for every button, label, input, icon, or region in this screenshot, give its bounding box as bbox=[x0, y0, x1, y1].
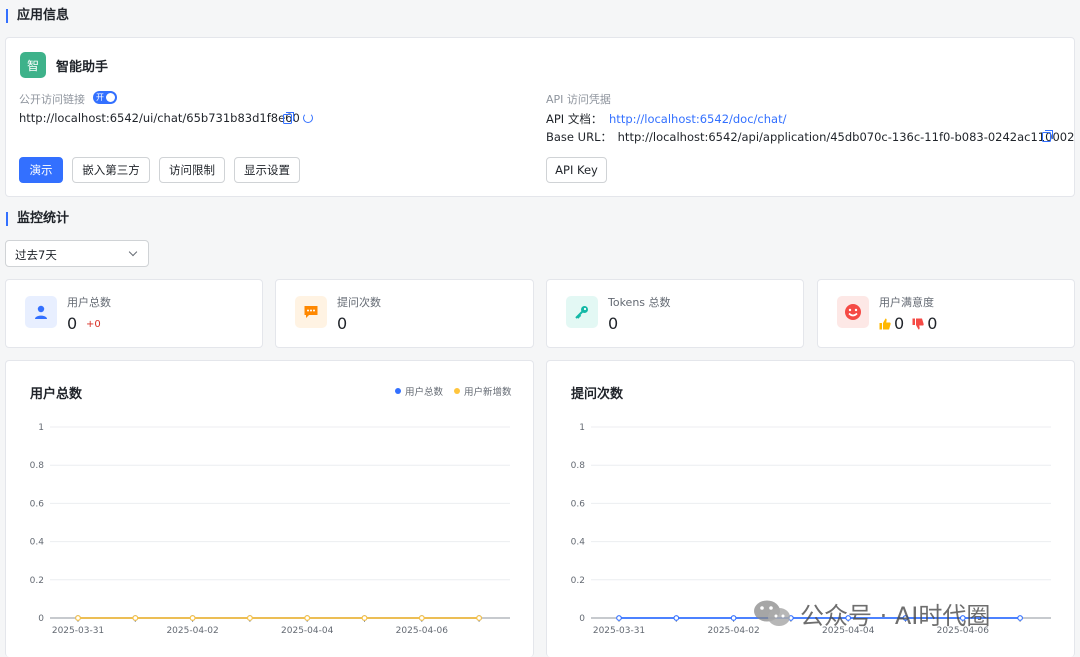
thumbs-up-icon bbox=[879, 318, 891, 329]
base-url-label: Base URL： bbox=[546, 130, 612, 144]
stat-delta: +0 bbox=[86, 319, 101, 330]
chevron-down-icon bbox=[128, 247, 138, 257]
base-url-value: http://localhost:6542/api/application/45… bbox=[617, 130, 1075, 144]
watermark-text: 公众号 · AI时代圈 bbox=[800, 601, 991, 630]
y-tick-label: 1 bbox=[579, 423, 585, 433]
data-point bbox=[189, 615, 196, 621]
thumbs-down-count: 0 bbox=[927, 314, 938, 333]
period-select-value: 过去7天 bbox=[15, 248, 57, 262]
y-tick-label: 0.6 bbox=[571, 499, 586, 509]
watermark: 公众号 · AI时代圈 bbox=[752, 597, 991, 630]
stat-value: 0 bbox=[337, 314, 348, 333]
access-limit-button[interactable]: 访问限制 bbox=[159, 157, 225, 183]
stat-card-satisfaction: 用户满意度 0 0 bbox=[817, 279, 1075, 348]
satisfaction-values: 0 0 bbox=[879, 314, 937, 333]
base-url-row: Base URL： http://localhost:6542/api/appl… bbox=[546, 129, 1074, 145]
stat-value: 0 bbox=[608, 314, 619, 333]
public-link-toggle[interactable]: 开 bbox=[93, 91, 117, 104]
x-tick-label: 2025-03-31 bbox=[52, 626, 104, 636]
data-point bbox=[132, 615, 139, 621]
api-doc-row: API 文档： http://localhost:6542/doc/chat/ bbox=[546, 111, 786, 127]
copy-icon[interactable] bbox=[283, 111, 294, 124]
users-chart: 0 0.2 0.4 0.6 0.8 1 2025-03-31 2025-04-02 2025-0… bbox=[30, 423, 510, 636]
chat-bubble-icon bbox=[295, 296, 327, 328]
app-info-card: 智 智能助手 公开访问链接 开 http://localhost:6542/ui… bbox=[5, 37, 1075, 197]
app-avatar: 智 bbox=[20, 52, 46, 78]
data-point bbox=[247, 615, 253, 621]
api-credentials-label: API 访问凭据 bbox=[546, 93, 611, 106]
data-point bbox=[1017, 615, 1023, 621]
data-point bbox=[730, 615, 737, 621]
data-point bbox=[476, 615, 482, 621]
y-tick-label: 0 bbox=[38, 614, 44, 624]
x-tick-label: 2025-03-31 bbox=[593, 626, 645, 636]
stat-label: Tokens 总数 bbox=[608, 296, 671, 309]
refresh-icon[interactable] bbox=[303, 113, 313, 123]
stat-card-users: 用户总数 0 +0 bbox=[5, 279, 263, 348]
wechat-icon bbox=[754, 600, 790, 626]
y-tick-label: 1 bbox=[38, 423, 44, 433]
copy-icon[interactable] bbox=[1042, 129, 1053, 142]
data-point bbox=[75, 615, 81, 621]
x-tick-label: 2025-04-04 bbox=[281, 626, 334, 636]
y-tick-label: 0 bbox=[579, 614, 585, 624]
demo-button[interactable]: 演示 bbox=[19, 157, 63, 183]
stat-value: 0 bbox=[67, 314, 78, 333]
data-point bbox=[673, 615, 680, 621]
x-tick-label: 2025-04-02 bbox=[166, 626, 218, 636]
y-tick-label: 0.2 bbox=[30, 576, 44, 586]
api-key-button[interactable]: API Key bbox=[546, 157, 607, 183]
public-url: http://localhost:6542/ui/chat/65b731b83d… bbox=[19, 111, 300, 125]
section-title-app-info: 应用信息 bbox=[6, 9, 69, 23]
data-point bbox=[616, 615, 622, 621]
display-settings-button[interactable]: 显示设置 bbox=[234, 157, 300, 183]
y-tick-label: 0.8 bbox=[30, 461, 45, 471]
api-doc-link[interactable]: http://localhost:6542/doc/chat/ bbox=[609, 112, 786, 126]
api-doc-label: API 文档： bbox=[546, 112, 603, 126]
x-tick-label: 2025-04-06 bbox=[396, 626, 449, 636]
y-tick-label: 0.6 bbox=[30, 499, 45, 509]
public-link-label: 公开访问链接 bbox=[19, 93, 85, 106]
stat-label: 提问次数 bbox=[337, 296, 381, 309]
y-tick-label: 0.2 bbox=[571, 576, 585, 586]
data-point bbox=[418, 615, 425, 621]
data-point bbox=[304, 615, 311, 621]
stat-label: 用户满意度 bbox=[879, 296, 934, 309]
section-title-monitor: 监控统计 bbox=[6, 212, 69, 226]
y-tick-label: 0.8 bbox=[571, 461, 586, 471]
smile-icon bbox=[837, 296, 869, 328]
user-icon bbox=[25, 296, 57, 328]
stat-card-questions: 提问次数 0 bbox=[275, 279, 534, 348]
stat-card-tokens: Tokens 总数 0 bbox=[546, 279, 804, 348]
y-tick-label: 0.4 bbox=[571, 538, 586, 548]
period-select[interactable]: 过去7天 bbox=[5, 240, 149, 267]
stat-label: 用户总数 bbox=[67, 296, 111, 309]
key-icon bbox=[566, 296, 598, 328]
chart-card-users: 用户总数 用户总数 用户新增数 0 0.2 0.4 0.6 0.8 1 2025-03-31… bbox=[5, 360, 534, 657]
thumbs-down-icon bbox=[912, 318, 924, 329]
embed-button[interactable]: 嵌入第三方 bbox=[72, 157, 150, 183]
thumbs-up-count: 0 bbox=[894, 314, 905, 333]
y-tick-label: 0.4 bbox=[30, 538, 45, 548]
data-point bbox=[361, 615, 368, 621]
app-name: 智能助手 bbox=[56, 60, 109, 75]
